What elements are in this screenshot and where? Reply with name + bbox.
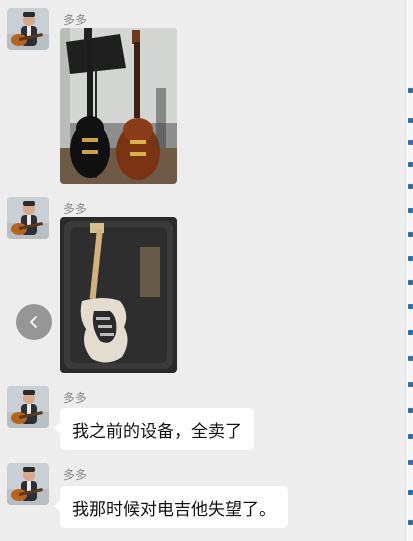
- message-bubble[interactable]: 我那时候对电吉他失望了。: [54, 486, 288, 528]
- message-bubble[interactable]: 我之前的设备，全卖了: [54, 408, 254, 450]
- adjacent-panel-edge: [405, 0, 413, 541]
- sender-name: 多多: [63, 468, 88, 482]
- avatar-image: [7, 386, 49, 428]
- sender-name: 多多: [63, 13, 88, 27]
- avatar-image: [7, 463, 49, 505]
- chevron-left-icon: [30, 316, 37, 328]
- avatar[interactable]: [7, 386, 49, 428]
- two-guitars-photo: [60, 28, 177, 184]
- guitar-in-case-photo: [60, 217, 177, 373]
- avatar-image: [7, 8, 49, 50]
- message-image[interactable]: [60, 28, 177, 184]
- message-image[interactable]: [60, 217, 177, 373]
- sender-name: 多多: [63, 391, 88, 405]
- sender-name: 多多: [63, 202, 88, 216]
- avatar[interactable]: [7, 463, 49, 505]
- avatar[interactable]: [7, 197, 49, 239]
- avatar-image: [7, 197, 49, 239]
- previous-button[interactable]: [16, 304, 52, 340]
- avatar[interactable]: [7, 8, 49, 50]
